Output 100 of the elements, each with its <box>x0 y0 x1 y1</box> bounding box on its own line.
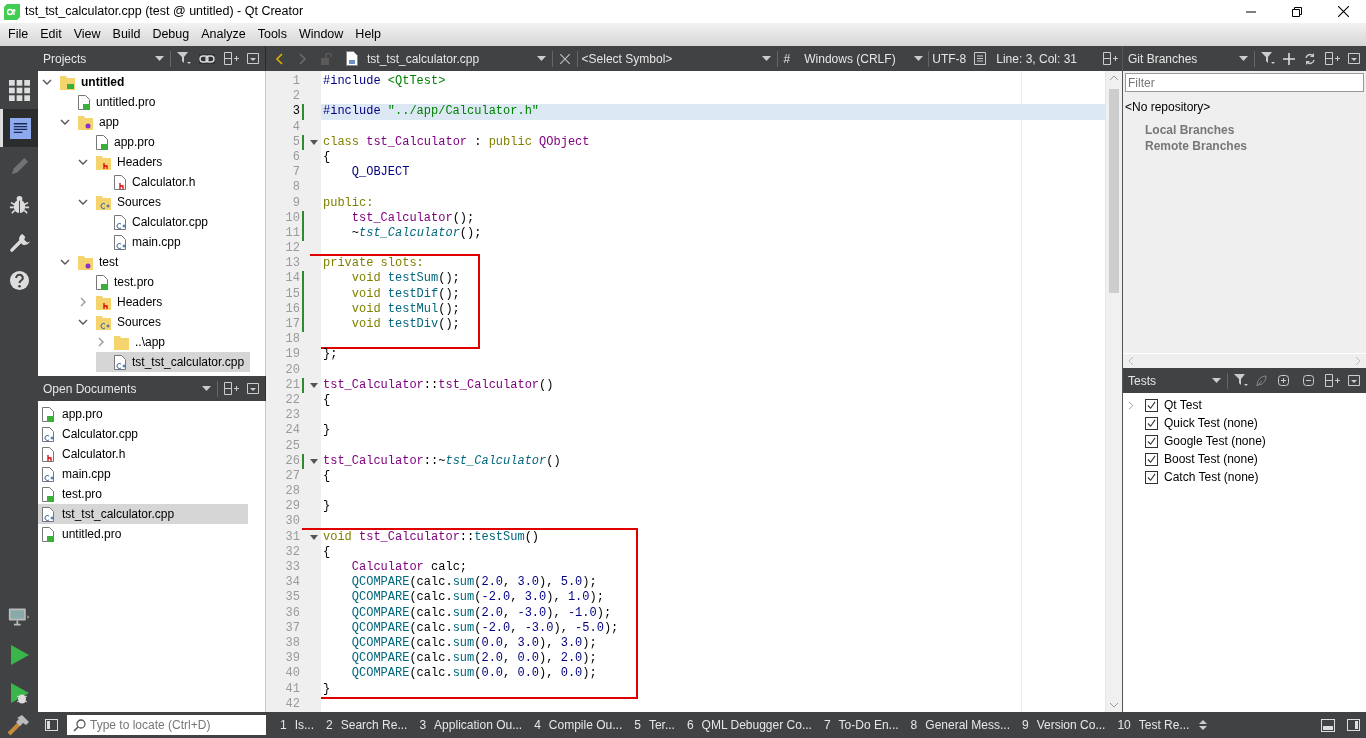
output-pane-button[interactable]: 2 Search Re... <box>320 712 414 738</box>
document-item[interactable]: app.pro <box>38 404 248 424</box>
tree-item[interactable]: Calculator.cpp <box>96 212 215 232</box>
filter-icon[interactable] <box>1234 374 1248 387</box>
output-pane-button[interactable]: 10 Test Re... <box>1111 712 1196 738</box>
checkbox[interactable] <box>1145 416 1158 430</box>
checkbox[interactable] <box>1145 452 1158 466</box>
filter-icon[interactable] <box>177 52 191 65</box>
refresh-icon[interactable] <box>1304 52 1316 65</box>
sidebar-toggle-icon[interactable] <box>45 719 58 731</box>
fold-arrow-icon[interactable] <box>310 458 318 464</box>
document-item[interactable]: untitled.pro <box>38 524 248 544</box>
document-item[interactable]: tst_tst_calculator.cpp <box>38 504 248 524</box>
up-down-arrows-icon[interactable] <box>1199 719 1208 731</box>
output-pane-button[interactable]: 5 Ter... <box>628 712 681 738</box>
dropdown-icon[interactable] <box>155 55 164 62</box>
checkbox[interactable] <box>1145 434 1158 448</box>
split-icon[interactable] <box>1325 52 1340 65</box>
document-icon[interactable] <box>974 52 987 65</box>
output-pane-button[interactable]: 6 QML Debugger Co... <box>680 712 818 738</box>
menu-item[interactable]: Analyze <box>195 24 252 45</box>
branch-item[interactable]: Remote Branches <box>1145 138 1366 154</box>
dropdown-icon[interactable] <box>202 385 211 392</box>
encoding-label[interactable]: UTF-8 <box>932 49 967 68</box>
close-icon[interactable] <box>559 53 570 64</box>
close-panel-icon[interactable] <box>247 53 259 64</box>
dropdown-icon[interactable] <box>914 55 924 62</box>
right-sidebar-toggle-icon[interactable] <box>1347 719 1360 731</box>
document-item[interactable]: main.cpp <box>38 464 248 484</box>
tree-item[interactable]: app.pro <box>78 132 161 152</box>
tree-item[interactable]: test.pro <box>78 272 161 292</box>
tree-item[interactable]: untitled.pro <box>60 92 162 112</box>
link-icon[interactable] <box>199 53 215 64</box>
chevron-down-icon[interactable] <box>60 257 70 267</box>
menu-item[interactable]: Edit <box>34 24 68 45</box>
split-icon[interactable] <box>1325 374 1340 387</box>
expand-all-icon[interactable] <box>1278 375 1289 386</box>
plus-icon[interactable] <box>1283 52 1295 65</box>
close-panel-icon[interactable] <box>1348 53 1360 64</box>
tree-item[interactable]: Sources <box>78 192 168 212</box>
tree-item[interactable]: untitled <box>42 72 131 92</box>
checkbox[interactable] <box>1145 398 1158 412</box>
menu-item[interactable]: Debug <box>146 24 196 45</box>
document-item[interactable]: test.pro <box>38 484 248 504</box>
menu-item[interactable]: Build <box>106 24 147 45</box>
scrollbar-thumb[interactable] <box>1109 89 1119 293</box>
output-pane-button[interactable]: 3 Application Ou... <box>413 712 529 738</box>
cursor-position[interactable]: Line: 3, Col: 31 <box>996 49 1077 68</box>
document-item[interactable]: Calculator.cpp <box>38 424 248 444</box>
close-panel-icon[interactable] <box>1348 375 1360 386</box>
chevron-right-icon[interactable] <box>78 297 88 307</box>
output-pane-button[interactable]: 7 To-Do En... <box>817 712 905 738</box>
tree-item[interactable]: Calculator.h <box>96 172 202 192</box>
output-pane-button[interactable]: 4 Compile Ou... <box>528 712 629 738</box>
output-toggle-icon[interactable] <box>1321 718 1335 732</box>
leaf-icon[interactable] <box>1256 374 1267 387</box>
menu-item[interactable]: Tools <box>251 24 293 45</box>
mode-button[interactable] <box>0 109 38 147</box>
dropdown-icon[interactable] <box>536 55 546 62</box>
fold-arrow-icon[interactable] <box>310 139 318 145</box>
output-pane-button[interactable]: 9 Version Co... <box>1016 712 1112 738</box>
scrollbar[interactable] <box>1105 71 1122 712</box>
chevron-down-icon[interactable] <box>78 197 88 207</box>
tree-item[interactable]: Headers <box>78 292 169 312</box>
dropdown-icon[interactable] <box>1239 55 1248 62</box>
chevron-right-icon[interactable] <box>96 337 106 347</box>
dropdown-icon[interactable] <box>1212 377 1221 384</box>
tree-item[interactable]: tst_tst_calculator.cpp <box>96 352 251 372</box>
collapse-all-icon[interactable] <box>1303 375 1314 386</box>
tree-item[interactable]: Headers <box>78 152 169 172</box>
chevron-down-icon[interactable] <box>42 77 52 87</box>
menu-item[interactable]: File <box>2 24 35 45</box>
branch-item[interactable]: Local Branches <box>1145 122 1366 138</box>
output-pane-button[interactable]: 8 General Mess... <box>904 712 1016 738</box>
menu-item[interactable]: Window <box>292 24 350 45</box>
tree-item[interactable]: test <box>60 252 125 272</box>
chevron-down-icon[interactable] <box>78 157 88 167</box>
line-endings-selector[interactable]: Windows (CRLF) <box>804 49 915 68</box>
fold-arrow-icon[interactable] <box>310 534 318 540</box>
symbol-selector[interactable]: <Select Symbol> <box>581 49 762 68</box>
tree-item[interactable]: app <box>60 112 126 132</box>
tree-item[interactable]: Sources <box>78 312 168 332</box>
close-panel-icon[interactable] <box>247 383 259 394</box>
checkbox[interactable] <box>1145 470 1158 484</box>
locate-field[interactable]: Type to locate (Ctrl+D) <box>67 715 266 735</box>
document-item[interactable]: Calculator.h <box>38 444 248 464</box>
split-icon[interactable] <box>224 52 239 65</box>
split-icon[interactable] <box>1103 52 1118 65</box>
hammer-icon[interactable] <box>7 714 31 736</box>
file-selector[interactable]: tst_tst_calculator.cpp <box>367 49 480 68</box>
tree-item[interactable]: ..\app <box>96 332 172 352</box>
tree-item[interactable]: main.cpp <box>96 232 187 252</box>
filter-icon[interactable] <box>1261 52 1275 65</box>
chevron-down-icon[interactable] <box>60 117 70 127</box>
output-pane-button[interactable]: 1 Is... <box>274 712 321 738</box>
menu-item[interactable]: View <box>67 24 107 45</box>
chevron-down-icon[interactable] <box>78 317 88 327</box>
dropdown-icon[interactable] <box>761 55 771 62</box>
menu-item[interactable]: Help <box>349 24 388 45</box>
filter-field[interactable]: Filter <box>1125 73 1364 92</box>
